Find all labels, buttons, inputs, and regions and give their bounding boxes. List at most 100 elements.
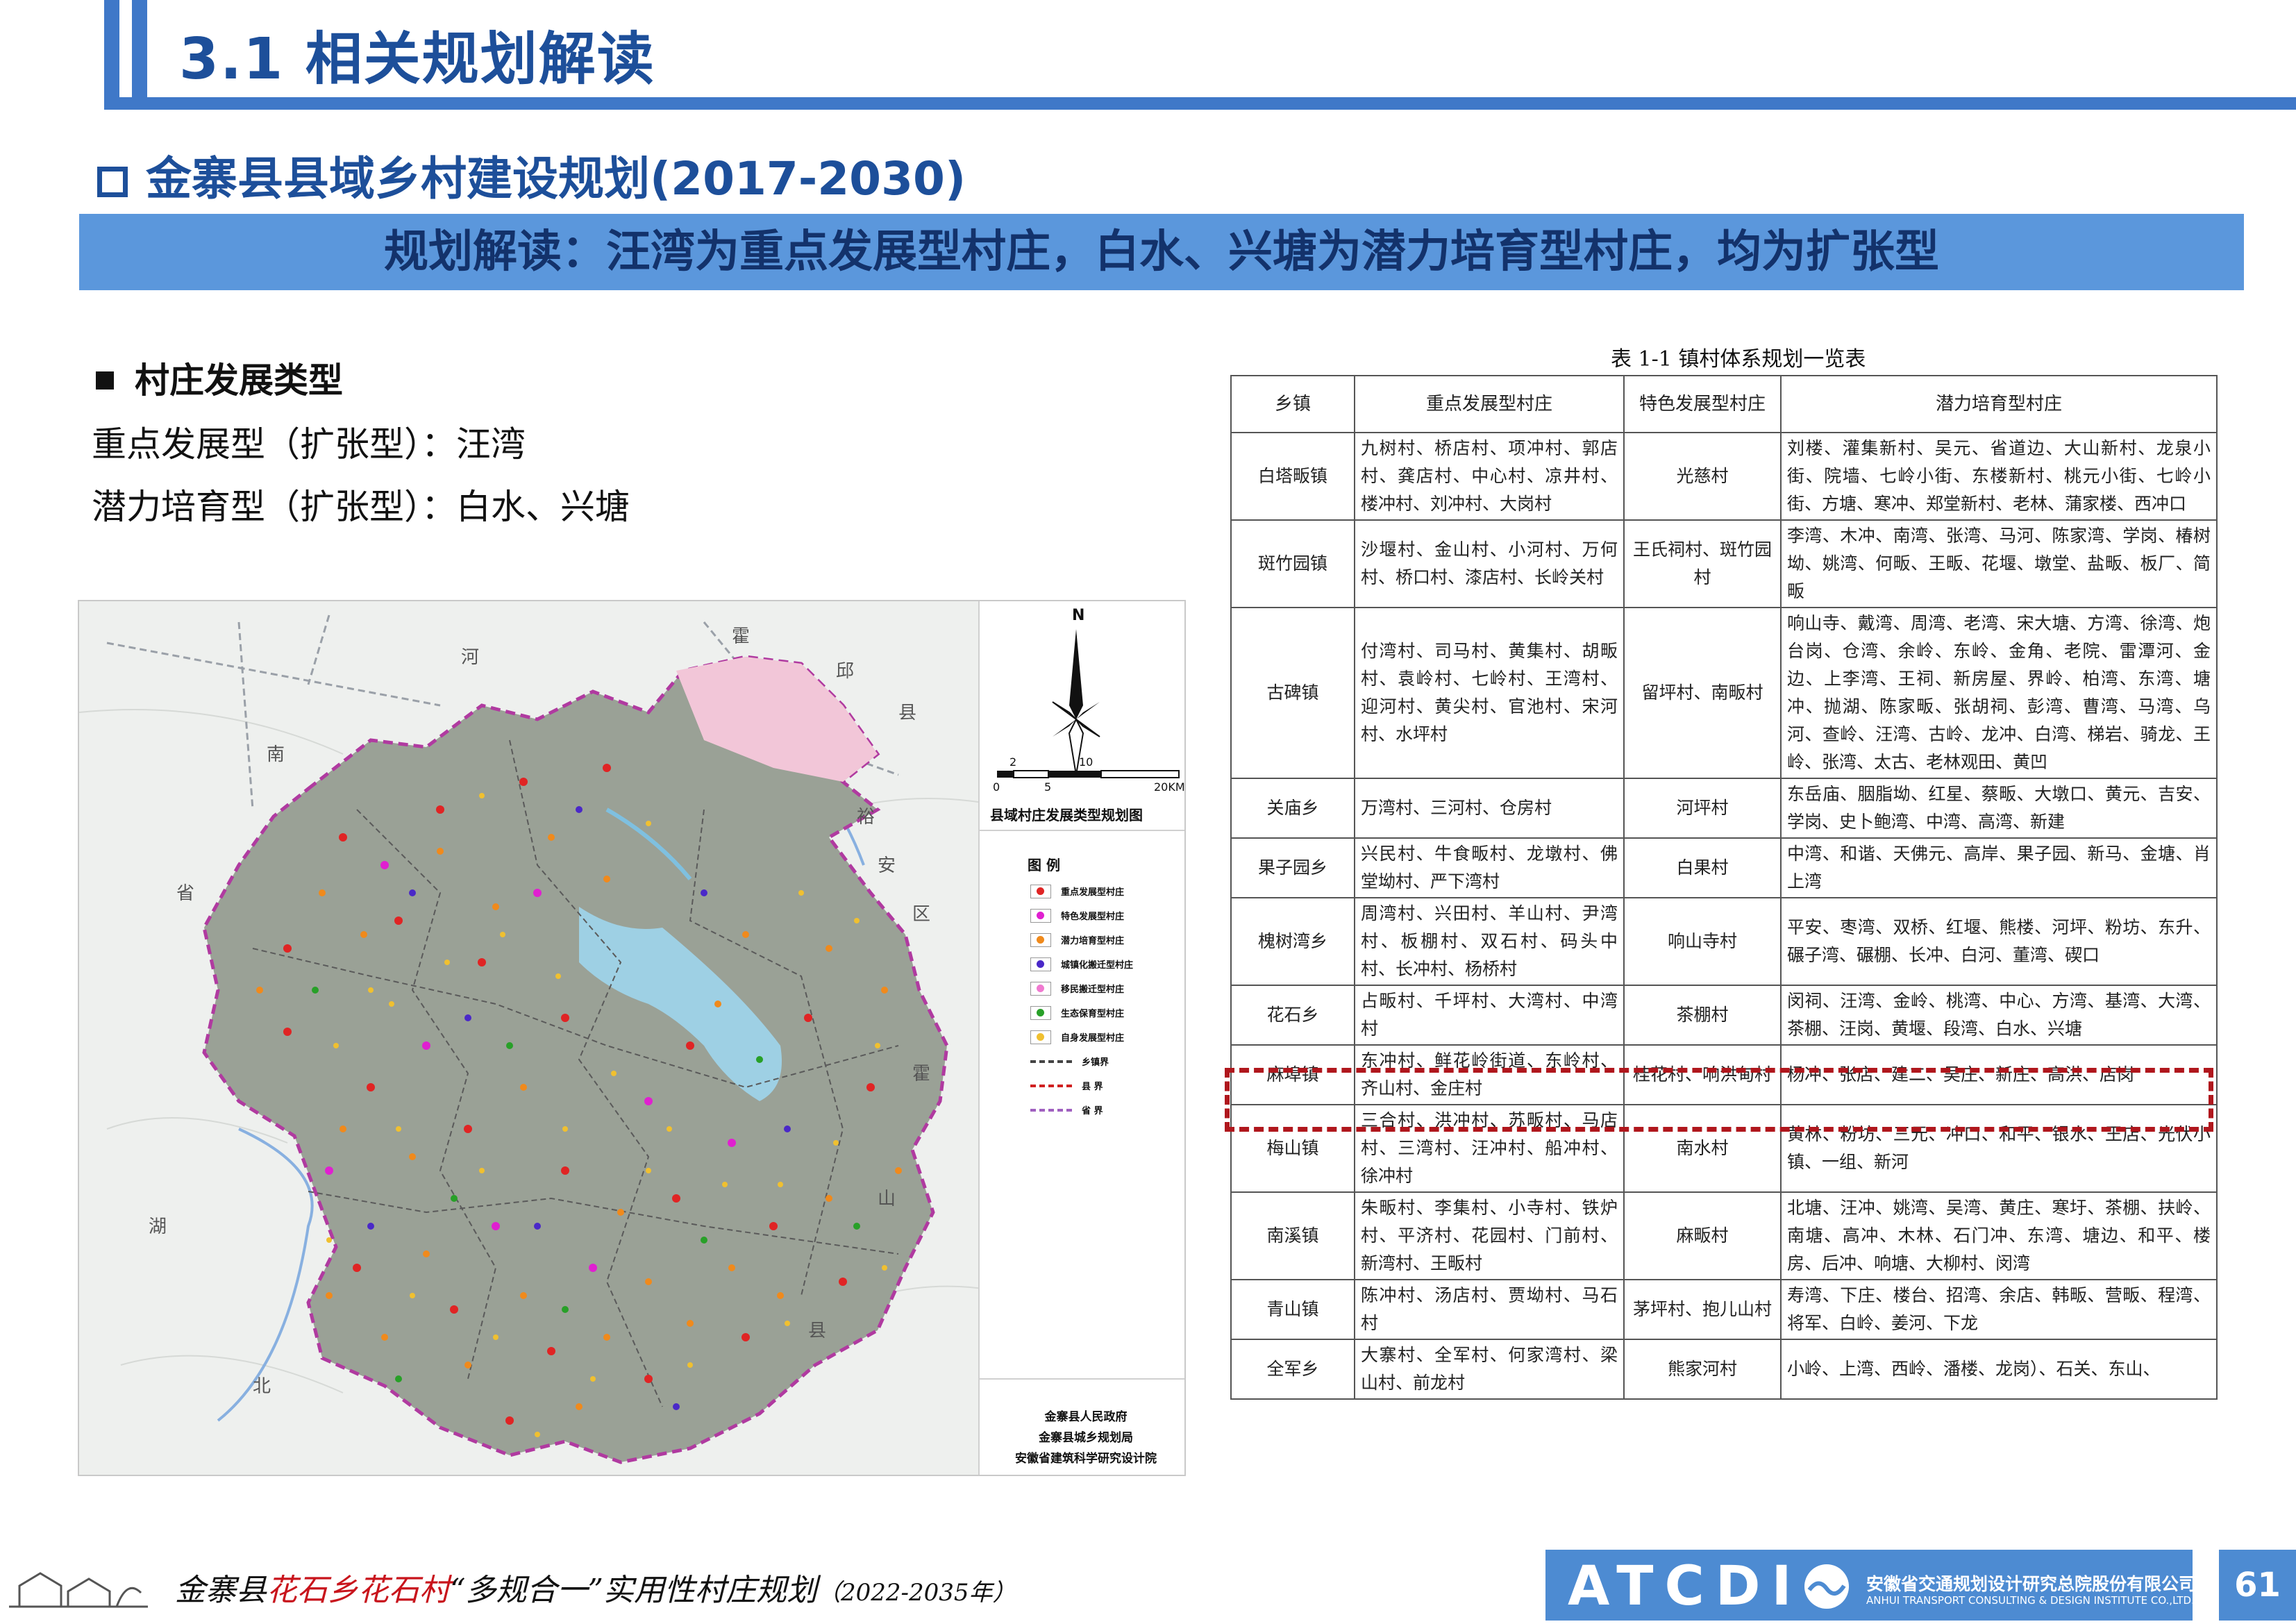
- table-row: 槐树湾乡 周湾村、兴田村、羊山村、尹湾村、板棚村、双石村、码头中村、长冲村、杨桥村…: [1230, 897, 2218, 986]
- page-number-box: 61: [2219, 1550, 2296, 1621]
- town-cell: 槐树湾乡: [1230, 897, 1355, 986]
- feature-villages-cell: 茅坪村、抱儿山村: [1623, 1279, 1782, 1340]
- header-accent-bar: [132, 0, 147, 97]
- legend-line-icon: [1030, 1060, 1072, 1063]
- key-villages-cell: 周湾村、兴田村、羊山村、尹湾村、板棚村、双石村、码头中村、长冲村、杨桥村: [1354, 897, 1625, 986]
- legend-label: 生态保育型村庄: [1061, 1009, 1125, 1019]
- section-title: 金寨县县域乡村建设规划(2017-2030): [97, 142, 966, 208]
- legend-label: 潜力培育型村庄: [1061, 936, 1125, 946]
- legend-item: 省 界: [1030, 1098, 1133, 1122]
- key-villages-cell: 陈冲村、汤店村、贾坳村、马石村: [1354, 1279, 1625, 1340]
- section-title-text: 金寨县县域乡村建设规划(2017-2030): [146, 152, 966, 206]
- legend-item: 重点发展型村庄: [1030, 879, 1133, 903]
- credit-line: 安徽省建筑科学研究设计院: [1015, 1452, 1157, 1466]
- map-label: 县: [808, 1321, 827, 1341]
- legend-label: 重点发展型村庄: [1061, 887, 1125, 898]
- header-underline: [104, 97, 2296, 110]
- legend-label: 乡镇界: [1082, 1057, 1109, 1068]
- column-header: 乡镇: [1230, 375, 1355, 433]
- feature-villages-cell: 响山寺村: [1623, 897, 1782, 986]
- legend-title: 图 例: [1028, 857, 1060, 873]
- table-row: 白塔畈镇 九树村、桥店村、项冲村、郭店村、龚店村、中心村、凉井村、楼冲村、刘冲村、…: [1230, 432, 2218, 521]
- potential-villages-cell: 响山寺、戴湾、周湾、老湾、宋大塘、方湾、徐湾、炮台岗、仓湾、余岭、东岭、金角、老…: [1780, 607, 2218, 779]
- key-villages-cell: 大寨村、全军村、何家湾村、梁山村、前龙村: [1354, 1339, 1625, 1400]
- feature-villages-cell: 熊家河村: [1623, 1339, 1782, 1400]
- credit-line: 金寨县人民政府: [1044, 1410, 1128, 1424]
- table-row: 花石乡 占畈村、千坪村、大湾村、中湾村 茶棚村 闵祠、汪湾、金岭、桃湾、中心、方湾、基…: [1230, 985, 2218, 1046]
- potential-villages-cell: 中湾、和谐、天佛元、高岸、果子园、新马、金塘、肖上湾: [1780, 837, 2218, 898]
- legend-dot-icon: [1030, 884, 1051, 898]
- legend-label: 特色发展型村庄: [1061, 912, 1125, 922]
- map-label: 区: [912, 904, 931, 925]
- map-label: 北: [253, 1376, 271, 1397]
- town-cell: 古碑镇: [1230, 607, 1355, 779]
- table-row: 果子园乡 兴民村、牛食畈村、龙墩村、佛堂坳村、严下湾村 白果村 中湾、和谐、天佛元、高…: [1230, 837, 2218, 898]
- legend-item: 潜力培育型村庄: [1030, 928, 1133, 952]
- huashi-highlight-box: [1225, 1068, 2213, 1132]
- village-types-heading: 村庄发展类型: [96, 353, 343, 403]
- key-villages-cell: 沙堰村、金山村、小河村、万何村、桥口村、漆店村、长岭关村: [1354, 519, 1625, 608]
- legend-dot-icon: [1030, 981, 1051, 996]
- map-label: 省: [176, 883, 195, 904]
- legend-label: 移民搬迁型村庄: [1061, 985, 1125, 995]
- column-header: 特色发展型村庄: [1623, 375, 1782, 433]
- town-cell: 南溪镇: [1230, 1191, 1355, 1280]
- potential-cultivation-line: 潜力培育型（扩张型）：白水、兴塘: [92, 487, 630, 527]
- town-cell: 果子园乡: [1230, 837, 1355, 898]
- town-cell: 青山镇: [1230, 1279, 1355, 1340]
- feature-villages-cell: 河坪村: [1623, 778, 1782, 839]
- legend-dot-icon: [1030, 957, 1051, 971]
- town-cell: 斑竹园镇: [1230, 519, 1355, 608]
- potential-villages-cell: 北塘、汪冲、姚湾、吴湾、黄庄、寒圩、茶棚、扶岭、南塘、高冲、木林、石门冲、东湾、…: [1780, 1191, 2218, 1280]
- key-villages-cell: 兴民村、牛食畈村、龙墩村、佛堂坳村、严下湾村: [1354, 837, 1625, 898]
- legend-item: 移民搬迁型村庄: [1030, 976, 1133, 1001]
- table-row: 全军乡 大寨村、全军村、何家湾村、梁山村、前龙村 熊家河村 小岭、上湾、西岭、潘楼、龙…: [1230, 1339, 2218, 1400]
- key-villages-cell: 占畈村、千坪村、大湾村、中湾村: [1354, 985, 1625, 1046]
- column-header: 重点发展型村庄: [1354, 375, 1625, 433]
- village-system-table: 乡镇 重点发展型村庄 特色发展型村庄 潜力培育型村庄 白塔畈镇 九树村、桥店村、项…: [1230, 375, 2218, 1400]
- interpretation-banner: 规划解读：汪湾为重点发展型村庄，白水、兴塘为潜力培育型村庄，均为扩张型: [79, 214, 2244, 290]
- map-label: 安: [878, 855, 896, 876]
- table-header-row: 乡镇 重点发展型村庄 特色发展型村庄 潜力培育型村庄: [1230, 375, 2218, 433]
- legend-label: 省 界: [1082, 1106, 1103, 1116]
- legend-label: 城镇化搬迁型村庄: [1061, 960, 1134, 971]
- village-types-heading-text: 村庄发展类型: [135, 360, 343, 401]
- company-name-cn: 安徽省交通规划设计研究总院股份有限公司: [1866, 1574, 2197, 1594]
- checkbox-square-icon: [97, 167, 128, 197]
- bullet-square-icon: [96, 371, 114, 390]
- scale-tick: 20KM: [1154, 780, 1185, 794]
- legend-item: 生态保育型村庄: [1030, 1001, 1133, 1025]
- footer-part: （2022-2035年）: [817, 1579, 1016, 1607]
- header-accent-bar: [104, 0, 119, 97]
- legend-line-icon: [1030, 1108, 1072, 1112]
- potential-villages-cell: 小岭、上湾、西岭、潘楼、龙岗）、石关、东山、: [1780, 1339, 2218, 1400]
- potential-villages-cell: 平安、枣湾、双桥、红堰、熊楼、河坪、粉坊、东升、碾子湾、碾棚、长冲、白河、董湾、…: [1780, 897, 2218, 986]
- village-sketch-icon: [9, 1572, 148, 1608]
- table-row: 青山镇 陈冲村、汤店村、贾坳村、马石村 茅坪村、抱儿山村 寿湾、下庄、楼台、招湾、余店…: [1230, 1279, 2218, 1340]
- footer-project-title: 金寨县花石乡花石村“多规合一”实用性村庄规划（2022-2035年）: [175, 1565, 1016, 1609]
- key-development-line: 重点发展型（扩张型）：汪湾: [92, 424, 526, 464]
- town-cell: 全军乡: [1230, 1339, 1355, 1400]
- potential-villages-cell: 李湾、木冲、南湾、张湾、马河、陈家湾、学岗、椿树坳、姚湾、何畈、王畈、花堰、墩堂…: [1780, 519, 2218, 608]
- village-type-map: N 2 10 0 5 20KM 县域村庄发展类型规划图 图 例 重点发展型村庄特…: [78, 600, 1186, 1476]
- map-title: 县域村庄发展类型规划图: [990, 807, 1143, 823]
- feature-villages-cell: 白果村: [1623, 837, 1782, 898]
- legend-label: 自身发展型村庄: [1061, 1033, 1125, 1044]
- page-title: 3.1 相关规划解读: [179, 26, 655, 92]
- company-name-en: ANHUI TRANSPORT CONSULTING & DESIGN INST…: [1866, 1594, 2195, 1607]
- table-row: 斑竹园镇 沙堰村、金山村、小河村、万何村、桥口村、漆店村、长岭关村 王氏祠村、斑竹园…: [1230, 519, 2218, 608]
- legend-item: 乡镇界: [1030, 1049, 1133, 1073]
- map-label: 湖: [149, 1216, 167, 1237]
- table-caption: 表 1-1 镇村体系规划一览表: [1611, 347, 1866, 371]
- atcdi-logo: ATCDI: [1568, 1555, 1803, 1618]
- footer-part: 金寨县: [175, 1573, 267, 1608]
- map-credits: 金寨县人民政府 金寨县城乡规划局 安徽省建筑科学研究设计院: [989, 1407, 1183, 1469]
- company-emblem-icon: [1804, 1564, 1849, 1609]
- potential-villages-cell: 寿湾、下庄、楼台、招湾、余店、韩畈、营畈、程湾、将军、白岭、姜河、下龙: [1780, 1279, 2218, 1340]
- legend-dot-icon: [1030, 1005, 1051, 1020]
- table-row: 古碑镇 付湾村、司马村、黄集村、胡畈村、袁岭村、七岭村、王湾村、迎河村、黄尖村、官…: [1230, 607, 2218, 779]
- map-legend: 重点发展型村庄 特色发展型村庄 潜力培育型村庄 城镇化搬迁型村庄 移民搬迁型村庄 生态保育…: [1030, 879, 1133, 1122]
- banner-text: 规划解读：汪湾为重点发展型村庄，白水、兴塘为潜力培育型村庄，均为扩张型: [384, 226, 1939, 278]
- feature-villages-cell: 王氏祠村、斑竹园村: [1623, 519, 1782, 608]
- legend-dot-icon: [1030, 932, 1051, 947]
